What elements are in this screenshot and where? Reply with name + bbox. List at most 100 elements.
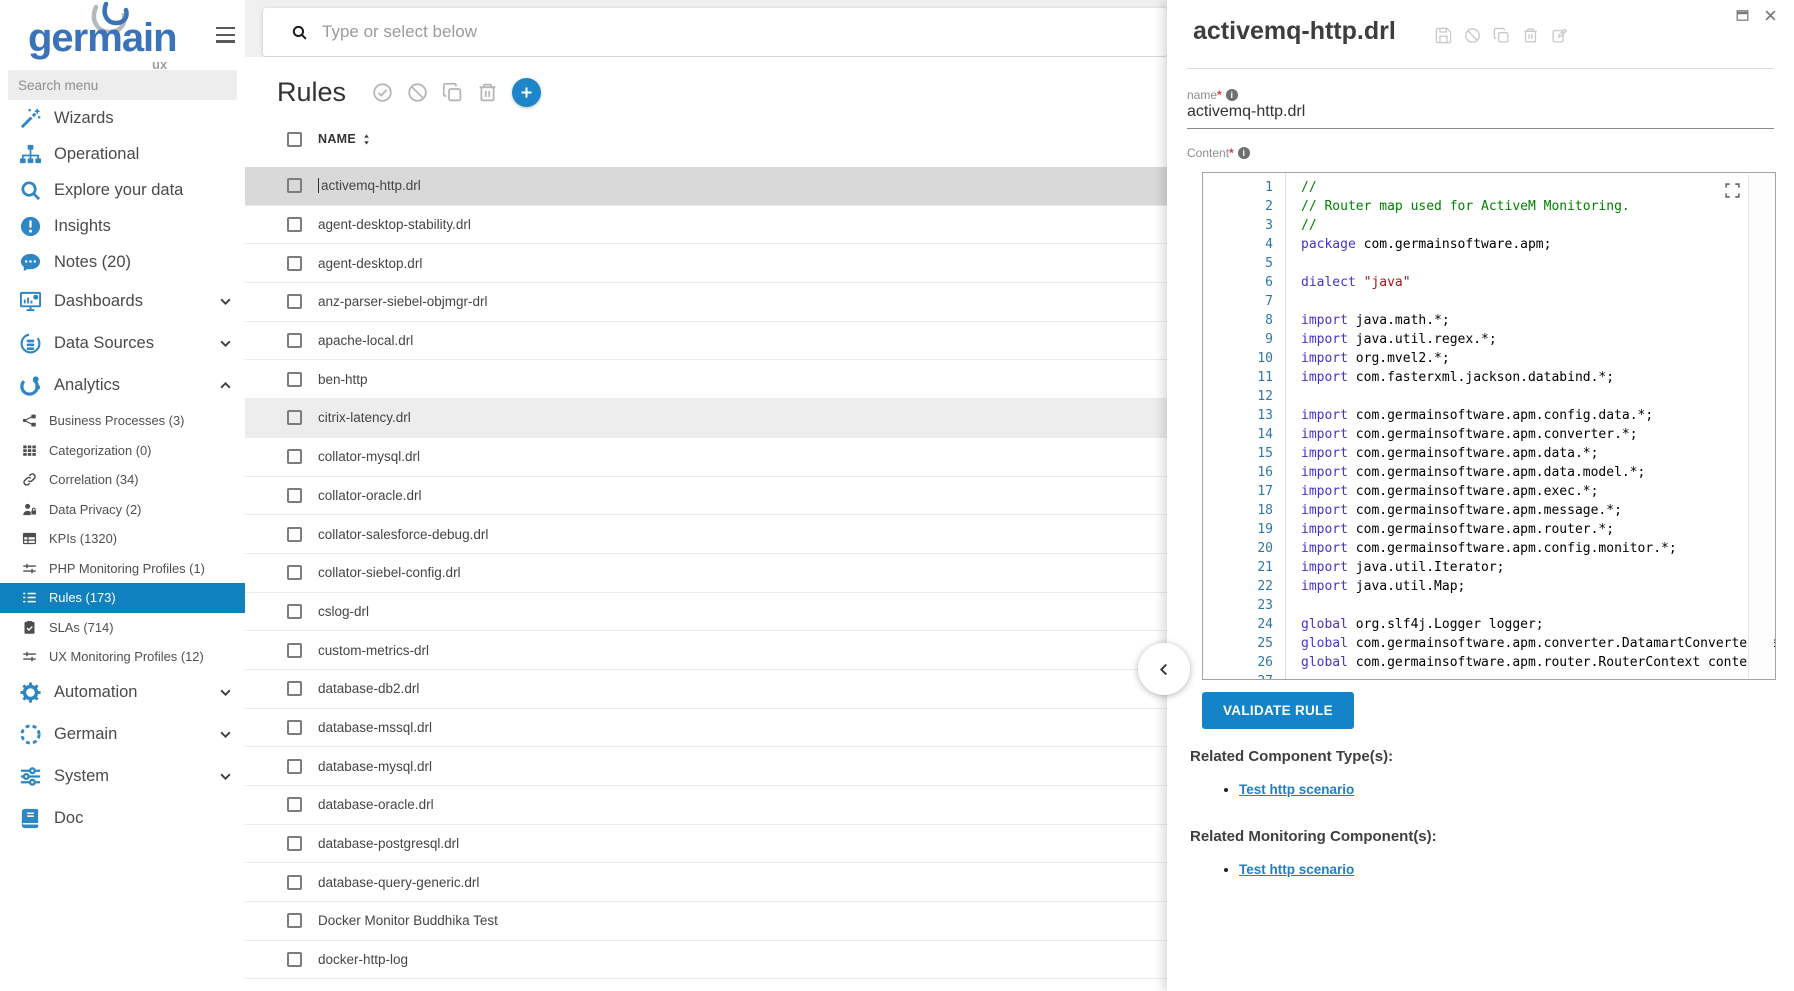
table-row[interactable]: apache-local.drl xyxy=(245,322,1167,361)
table-row[interactable]: activemq-http.drl xyxy=(245,167,1167,206)
sidebar-item-business-processes[interactable]: Business Processes (3) xyxy=(0,406,245,436)
row-checkbox[interactable] xyxy=(287,372,302,387)
chevron-down-icon[interactable] xyxy=(218,727,233,742)
row-checkbox[interactable] xyxy=(287,604,302,619)
deactivate-button[interactable] xyxy=(407,82,428,103)
sidebar-search-input[interactable] xyxy=(8,70,237,100)
row-checkbox[interactable] xyxy=(287,256,302,271)
sidebar-item-correlation[interactable]: Correlation (34) xyxy=(0,465,245,495)
save-icon[interactable] xyxy=(1435,27,1452,44)
sidebar-item-system[interactable]: System xyxy=(0,756,245,798)
name-column-header[interactable]: NAME xyxy=(318,132,356,146)
delete-button[interactable] xyxy=(477,82,498,103)
row-checkbox[interactable] xyxy=(287,720,302,735)
activate-button[interactable] xyxy=(372,82,393,103)
row-checkbox[interactable] xyxy=(287,488,302,503)
row-checkbox[interactable] xyxy=(287,836,302,851)
sidebar-item-data-privacy[interactable]: Data Privacy (2) xyxy=(0,495,245,525)
row-checkbox[interactable] xyxy=(287,333,302,348)
close-icon[interactable] xyxy=(1763,8,1778,23)
sidebar-item-analytics[interactable]: Analytics xyxy=(0,364,245,406)
table-row[interactable]: database-oracle.drl xyxy=(245,786,1167,825)
deactivate-icon[interactable] xyxy=(1464,27,1481,44)
add-rule-button[interactable] xyxy=(512,78,541,107)
editor-scrollbar[interactable] xyxy=(1748,174,1774,678)
sidebar-item-php-monitoring-profiles[interactable]: PHP Monitoring Profiles (1) xyxy=(0,554,245,584)
table-row[interactable]: database-mysql.drl xyxy=(245,747,1167,786)
related-monitoring-heading: Related Monitoring Component(s): xyxy=(1190,828,1437,845)
row-checkbox[interactable] xyxy=(287,681,302,696)
maximize-icon[interactable] xyxy=(1735,8,1750,23)
sidebar-item-rules[interactable]: Rules (173) xyxy=(0,583,245,613)
row-checkbox[interactable] xyxy=(287,759,302,774)
delete-icon[interactable] xyxy=(1522,27,1539,44)
row-checkbox[interactable] xyxy=(287,410,302,425)
table-row[interactable]: custom-metrics-drl xyxy=(245,631,1167,670)
row-checkbox[interactable] xyxy=(287,178,302,193)
table-row[interactable]: Docker Monitor Buddhika Test xyxy=(245,902,1167,941)
sidebar-item-doc[interactable]: Doc xyxy=(0,798,245,840)
sidebar-item-label: Data Privacy (2) xyxy=(49,502,141,517)
table-row[interactable]: collator-salesforce-debug.drl xyxy=(245,515,1167,554)
sidebar-item-categorization[interactable]: Categorization (0) xyxy=(0,436,245,466)
row-checkbox[interactable] xyxy=(287,952,302,967)
table-row[interactable]: database-mssql.drl xyxy=(245,709,1167,748)
table-row[interactable]: database-db2.drl xyxy=(245,670,1167,709)
table-row[interactable]: cslog-drl xyxy=(245,593,1167,632)
table-row[interactable]: collator-siebel-config.drl xyxy=(245,554,1167,593)
row-checkbox[interactable] xyxy=(287,565,302,580)
table-row[interactable]: database-postgresql.drl xyxy=(245,825,1167,864)
row-checkbox[interactable] xyxy=(287,449,302,464)
sort-icon[interactable] xyxy=(361,133,372,146)
sidebar-item-data-sources[interactable]: Data Sources xyxy=(0,322,245,364)
chevron-down-icon[interactable] xyxy=(218,336,233,351)
filter-search-input[interactable] xyxy=(322,22,1167,42)
sidebar-item-automation[interactable]: Automation xyxy=(0,672,245,714)
sidebar-item-insights[interactable]: Insights xyxy=(0,208,245,244)
chevron-down-icon[interactable] xyxy=(218,685,233,700)
select-all-checkbox[interactable] xyxy=(287,132,302,147)
sidebar-item-germain[interactable]: Germain xyxy=(0,714,245,756)
table-row[interactable]: database-query-generic.drl xyxy=(245,863,1167,902)
chevron-down-icon[interactable] xyxy=(218,294,233,309)
table-row[interactable]: collator-oracle.drl xyxy=(245,477,1167,516)
row-checkbox[interactable] xyxy=(287,643,302,658)
sidebar-item-wizards[interactable]: Wizards xyxy=(0,100,245,136)
fullscreen-icon[interactable] xyxy=(1724,182,1741,199)
table-row[interactable]: agent-desktop-stability.drl xyxy=(245,206,1167,245)
hamburger-menu-icon[interactable] xyxy=(216,27,235,47)
edit-icon[interactable] xyxy=(1551,27,1568,44)
table-row[interactable]: ben-http xyxy=(245,360,1167,399)
validate-rule-button[interactable]: VALIDATE RULE xyxy=(1202,692,1354,729)
row-checkbox[interactable] xyxy=(287,294,302,309)
chevron-up-icon[interactable] xyxy=(218,378,233,393)
rule-name: collator-siebel-config.drl xyxy=(318,565,461,580)
code-lines[interactable]: //// Router map used for ActiveM Monitor… xyxy=(1286,173,1775,679)
name-field-value[interactable]: activemq-http.drl xyxy=(1187,103,1305,121)
sidebar-item-dashboards[interactable]: Dashboards xyxy=(0,280,245,322)
code-editor[interactable]: 1234567891011121314151617181920212223242… xyxy=(1202,172,1776,680)
table-row[interactable]: agent-desktop.drl xyxy=(245,244,1167,283)
duplicate-icon[interactable] xyxy=(1493,27,1510,44)
row-checkbox[interactable] xyxy=(287,875,302,890)
sidebar-item-explore-your-data[interactable]: Explore your data xyxy=(0,172,245,208)
table-row[interactable]: docker-http-log xyxy=(245,941,1167,980)
row-checkbox[interactable] xyxy=(287,913,302,928)
chevron-down-icon[interactable] xyxy=(218,769,233,784)
table-row[interactable]: anz-parser-siebel-objmgr-drl xyxy=(245,283,1167,322)
table-row[interactable]: collator-mysql.drl xyxy=(245,438,1167,477)
related-link[interactable]: Test http scenario xyxy=(1239,862,1354,877)
sidebar-item-kpis[interactable]: KPIs (1320) xyxy=(0,524,245,554)
duplicate-button[interactable] xyxy=(442,82,463,103)
sidebar-item-slas[interactable]: SLAs (714) xyxy=(0,613,245,643)
row-checkbox[interactable] xyxy=(287,797,302,812)
sidebar-item-notes[interactable]: Notes (20) xyxy=(0,244,245,280)
table-row[interactable]: citrix-latency.drl xyxy=(245,399,1167,438)
sidebar-item-ux-monitoring-profiles[interactable]: UX Monitoring Profiles (12) xyxy=(0,642,245,672)
related-monitoring-list: Test http scenario xyxy=(1167,862,1354,877)
row-checkbox[interactable] xyxy=(287,527,302,542)
related-link[interactable]: Test http scenario xyxy=(1239,782,1354,797)
sidebar-item-operational[interactable]: Operational xyxy=(0,136,245,172)
collapse-panel-button[interactable] xyxy=(1138,643,1190,695)
row-checkbox[interactable] xyxy=(287,217,302,232)
